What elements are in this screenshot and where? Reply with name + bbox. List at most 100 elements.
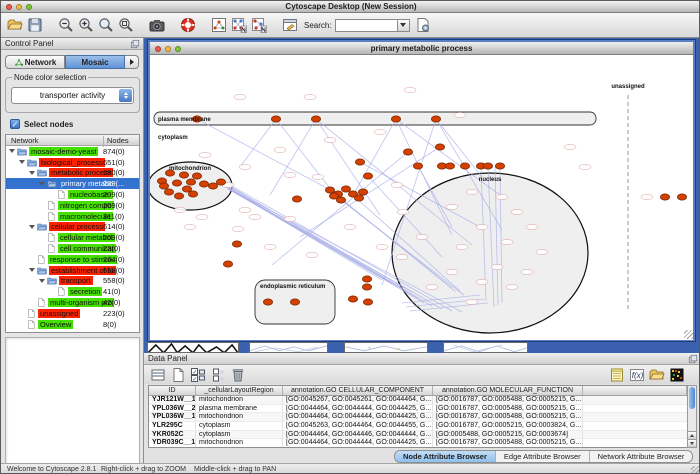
tree-row[interactable]: biological_process651(0) — [6, 157, 139, 168]
snapshot-icon[interactable] — [148, 16, 166, 34]
expand-triangle-icon[interactable] — [19, 160, 25, 164]
scroll-up-button[interactable] — [688, 431, 696, 439]
tree-row[interactable]: mosaic-demo-yeast874(0) — [6, 146, 139, 157]
background-window-thumbnail[interactable] — [147, 342, 239, 353]
expand-triangle-icon[interactable] — [9, 149, 15, 153]
tree-row[interactable]: metabolic process280(0) — [6, 168, 139, 179]
tree-row[interactable]: Overview8(0) — [6, 319, 139, 330]
tree-row[interactable]: secretion41(0) — [6, 286, 139, 297]
combobox-stepper[interactable] — [119, 89, 132, 102]
close-button[interactable] — [6, 4, 12, 10]
float-panel-icon[interactable] — [130, 39, 140, 49]
page-icon[interactable] — [170, 367, 186, 383]
column-header[interactable]: annotation.GO MOLECULAR_FUNCTION — [433, 386, 583, 395]
zoom-selected-icon[interactable] — [117, 16, 135, 34]
expand-triangle-icon[interactable] — [29, 171, 35, 175]
zoom-in-icon[interactable] — [77, 16, 95, 34]
tab-overflow-button[interactable] — [125, 55, 139, 69]
file-icon — [26, 309, 36, 318]
matrix-check-icon[interactable]: ✓✓ — [190, 367, 206, 383]
network-canvas[interactable]: plasma membranecytoplasmmitochondrionnuc… — [150, 55, 693, 340]
app-titlebar[interactable]: Cytoscape Desktop (New Session) — [1, 1, 700, 13]
tree-row[interactable]: primary metabo209(... — [6, 178, 139, 189]
search-dropdown-button[interactable] — [397, 19, 410, 32]
table-cell: mitochondrion — [196, 439, 283, 447]
tree-row[interactable]: transport558(0) — [6, 276, 139, 287]
resize-grip[interactable] — [684, 330, 693, 339]
layout-force-icon[interactable] — [250, 16, 268, 34]
network-view-window[interactable]: primary metabolic process plasma membran… — [147, 39, 696, 342]
network-window-titlebar[interactable]: primary metabolic process — [150, 42, 693, 55]
column-header[interactable]: _cellularLayoutRegion — [196, 386, 283, 395]
expand-triangle-icon[interactable] — [39, 279, 45, 283]
tab-edge-attribute-browser[interactable]: Edge Attribute Browser — [496, 451, 590, 462]
trash-icon[interactable] — [230, 367, 246, 383]
table-scrollbar[interactable] — [687, 385, 697, 448]
zoom-button[interactable] — [175, 46, 181, 52]
tree-row[interactable]: establishment of lo558(0) — [6, 265, 139, 276]
table-row[interactable]: YDR039C__1mitochondrion[GO:0044464, GO:0… — [149, 439, 687, 448]
column-header[interactable]: ID — [149, 386, 196, 395]
select-nodes-checkbox[interactable]: ✓ — [10, 119, 20, 129]
table-cell: [GO:0016787, GO:0005488, GO:0005215, G..… — [433, 413, 583, 421]
background-window-thumbnail[interactable] — [249, 342, 328, 353]
table-row[interactable]: YPL036W__1mitochondrion[GO:0044464, GO:0… — [149, 413, 687, 422]
search-input[interactable] — [335, 19, 397, 32]
column-header[interactable]: annotation.GO CELLULAR_COMPONENT — [283, 386, 433, 395]
close-button[interactable] — [155, 46, 161, 52]
tab-mosaic[interactable]: Mosaic — [65, 55, 125, 69]
minimize-button[interactable] — [16, 4, 22, 10]
table-row[interactable]: YPL036W__2plasma membrane[GO:0044464, GO… — [149, 405, 687, 414]
select-nodes-row: ✓ Select nodes — [10, 119, 73, 129]
table-row[interactable]: YLR295Ccytoplasm[GO:0045263, GO:0044464,… — [149, 422, 687, 431]
background-window-thumbnail[interactable] — [443, 342, 528, 353]
tree-row[interactable]: response to stimulu264(0) — [6, 254, 139, 265]
attribute-table-header[interactable]: ID_cellularLayoutRegionannotation.GO CEL… — [149, 386, 687, 396]
tree-row[interactable]: cell communicat22(0) — [6, 243, 139, 254]
table-row[interactable]: YKR052Ccytoplasm[GO:0044464, GO:0044446,… — [149, 431, 687, 440]
tree-row[interactable]: multi-organism pro42(0) — [6, 297, 139, 308]
attribute-table[interactable]: ID_cellularLayoutRegionannotation.GO CEL… — [148, 385, 688, 448]
expand-triangle-icon[interactable] — [39, 182, 45, 186]
tree-row[interactable]: cellular process614(0) — [6, 222, 139, 233]
help-icon[interactable] — [179, 16, 197, 34]
vizmapper-icon[interactable] — [281, 16, 299, 34]
tab-network[interactable]: Network — [5, 55, 65, 69]
network-tree-header[interactable]: Network Nodes — [6, 135, 139, 146]
minimize-button[interactable] — [165, 46, 171, 52]
table-cell: YLR295C — [149, 422, 196, 430]
tree-row[interactable]: macromolecule311(0) — [6, 211, 139, 222]
scroll-down-button[interactable] — [688, 439, 696, 447]
scrollbar-thumb[interactable] — [689, 387, 695, 409]
expand-triangle-icon[interactable] — [29, 225, 35, 229]
fx-icon[interactable]: f(x) — [629, 367, 645, 383]
overview-icon[interactable] — [210, 16, 228, 34]
grid-icon[interactable] — [150, 367, 166, 383]
layout-grid-icon[interactable] — [230, 16, 248, 34]
tree-row[interactable]: nitrogen compo209(0) — [6, 200, 139, 211]
tab-node-attribute-browser[interactable]: Node Attribute Browser — [395, 451, 496, 462]
attribute-browser-tabs: Node Attribute BrowserEdge Attribute Bro… — [394, 450, 693, 463]
background-window-thumbnail[interactable] — [344, 342, 428, 353]
tree-row[interactable]: unassigned223(0) — [6, 308, 139, 319]
tree-row[interactable]: cellular metabol209(0) — [6, 232, 139, 243]
tab-network-attribute-browser[interactable]: Network Attribute Browser — [590, 451, 693, 462]
birds-eye-view-panel[interactable] — [5, 337, 140, 474]
resize-grip[interactable] — [691, 466, 700, 474]
matrix-small-icon[interactable] — [210, 367, 226, 383]
zoom-button[interactable] — [26, 4, 32, 10]
expand-triangle-icon[interactable] — [29, 268, 35, 272]
notes-icon[interactable] — [609, 367, 625, 383]
folder-icon[interactable] — [649, 367, 665, 383]
tab-mosaic-label: Mosaic — [81, 58, 108, 67]
float-panel-icon[interactable] — [688, 354, 698, 364]
search-config-icon[interactable] — [414, 16, 432, 34]
heatmap-icon[interactable] — [669, 367, 685, 383]
zoom-fit-icon[interactable] — [97, 16, 115, 34]
table-row[interactable]: YJR121W__1mitochondrion[GO:0045267, GO:0… — [149, 396, 687, 405]
open-icon[interactable] — [6, 16, 24, 34]
tree-row[interactable]: nucleobase-209(0) — [6, 189, 139, 200]
save-icon[interactable] — [26, 16, 44, 34]
node-color-combobox[interactable]: transporter activity — [11, 87, 134, 104]
zoom-out-icon[interactable] — [57, 16, 75, 34]
